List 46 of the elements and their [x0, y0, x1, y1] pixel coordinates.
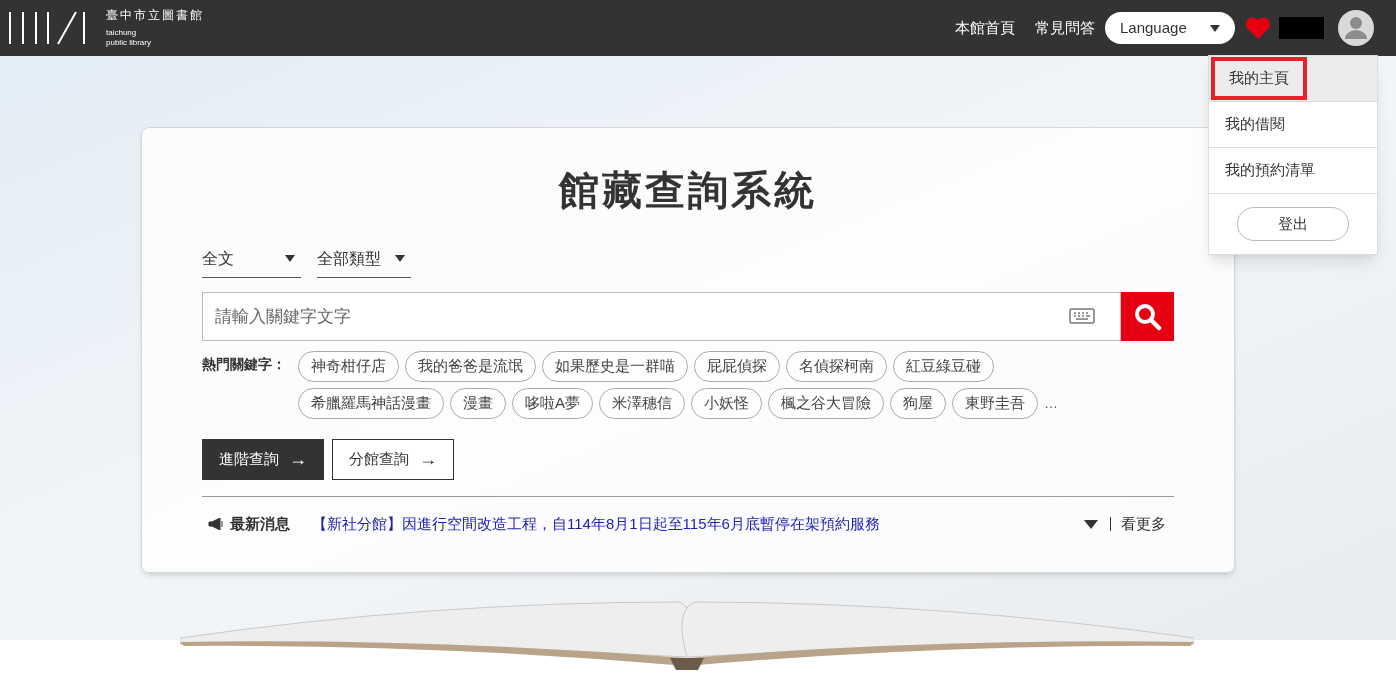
nav-link[interactable]: 本館首頁: [955, 16, 1015, 40]
news-link[interactable]: 【新社分館】因進行空間改造工程，自114年8月1日起至115年6月底暫停在架預約服務: [312, 513, 880, 536]
redacted-block: [1279, 17, 1324, 39]
library-name-english: taichung: [106, 29, 138, 37]
keyword-tag[interactable]: 我的爸爸是流氓: [405, 351, 536, 382]
more-ellipsis: …: [1044, 394, 1058, 413]
menu-item[interactable]: 我的預約清單: [1211, 153, 1329, 188]
menu-item[interactable]: 我的借閱: [1211, 107, 1299, 142]
keyword-tag[interactable]: 希臘羅馬神話漫畫: [298, 388, 444, 419]
keyword-tag[interactable]: 名偵探柯南: [786, 351, 887, 382]
avatar-icon[interactable]: [1338, 10, 1374, 46]
filter-select[interactable]: 全部類型: [317, 240, 411, 278]
query-button[interactable]: 分館查詢 →: [332, 439, 454, 480]
keyword-tag[interactable]: 哆啦A夢: [512, 388, 593, 419]
megaphone-icon: [208, 518, 224, 531]
search-field[interactable]: 請輸入關鍵字文字: [202, 292, 1121, 341]
keyword-tag[interactable]: 楓之谷大冒險: [768, 388, 884, 419]
search-button[interactable]: [1121, 292, 1174, 341]
keyword-tag[interactable]: 漫畫: [450, 388, 506, 419]
keyword-tag[interactable]: 小妖怪: [691, 388, 762, 419]
caret-icon[interactable]: [1084, 519, 1098, 529]
library-name: 臺中市立圖書館: [106, 9, 204, 21]
library-name-english: public library: [106, 39, 152, 47]
filter-select[interactable]: 全文: [202, 240, 301, 278]
see-more-link[interactable]: 看更多: [1121, 513, 1166, 536]
keyword-tag[interactable]: 米澤穗信: [599, 388, 685, 419]
news-label: 最新消息: [230, 514, 290, 534]
logout-button[interactable]: 登出: [1237, 207, 1349, 241]
keyword-tag[interactable]: 紅豆綠豆碰: [893, 351, 994, 382]
caret-icon: [285, 255, 295, 262]
search-icon: [1133, 302, 1162, 331]
page-title: 館藏查詢系統: [557, 167, 818, 214]
keyword-tag[interactable]: 神奇柑仔店: [298, 351, 399, 382]
menu-item[interactable]: 我的主頁: [1211, 57, 1307, 100]
heart-icon[interactable]: [1245, 17, 1271, 39]
hot-keywords-label: 熱門關鍵字：: [202, 355, 287, 374]
keyword-tag[interactable]: 如果歷史是一群喵: [542, 351, 688, 382]
keyword-tag[interactable]: 狗屋: [890, 388, 946, 419]
caret-icon: [1210, 24, 1220, 32]
keyword-tag[interactable]: 東野圭吾: [952, 388, 1038, 419]
query-button[interactable]: 進階查詢 →: [202, 439, 324, 480]
caret-icon: [395, 255, 405, 262]
language-select[interactable]: Language: [1105, 12, 1235, 44]
keyword-tag[interactable]: 屁屁偵探: [694, 351, 780, 382]
nav-link[interactable]: 常見問答: [1035, 16, 1095, 40]
keyboard-icon[interactable]: [1069, 308, 1095, 324]
